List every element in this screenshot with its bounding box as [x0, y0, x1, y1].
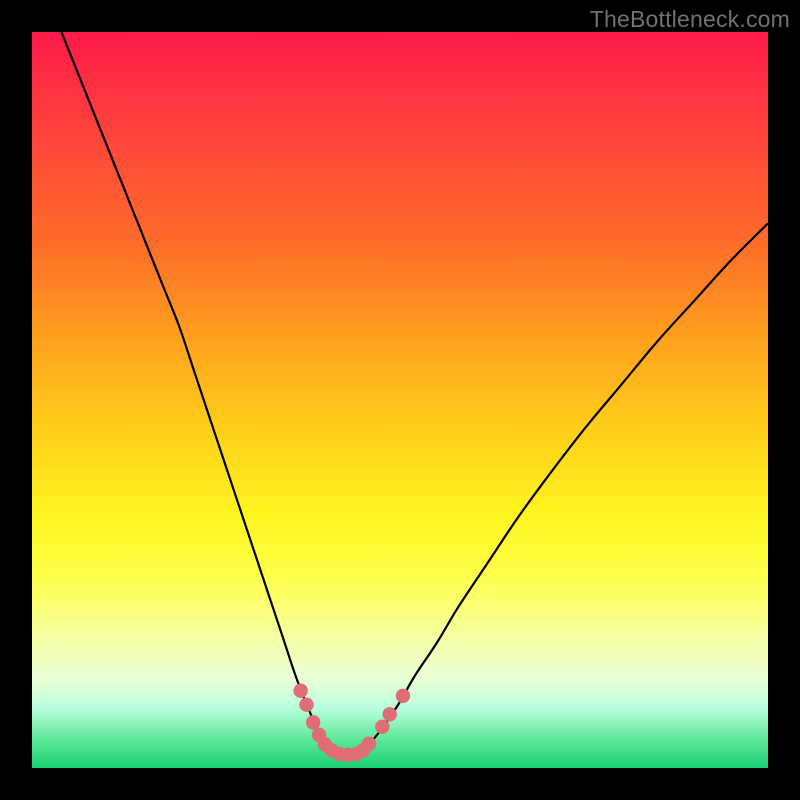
- curve-marker: [382, 707, 396, 721]
- curve-marker: [396, 689, 410, 703]
- curve-marker: [293, 684, 307, 698]
- chart-svg: [32, 32, 768, 768]
- bottleneck-curve: [61, 32, 768, 755]
- plot-area: [32, 32, 768, 768]
- curve-marker: [299, 698, 313, 712]
- curve-marker: [375, 720, 389, 734]
- curve-markers: [293, 684, 410, 762]
- curve-marker: [362, 737, 376, 751]
- chart-frame: TheBottleneck.com: [0, 0, 800, 800]
- watermark-text: TheBottleneck.com: [590, 6, 790, 33]
- curve-marker: [306, 715, 320, 729]
